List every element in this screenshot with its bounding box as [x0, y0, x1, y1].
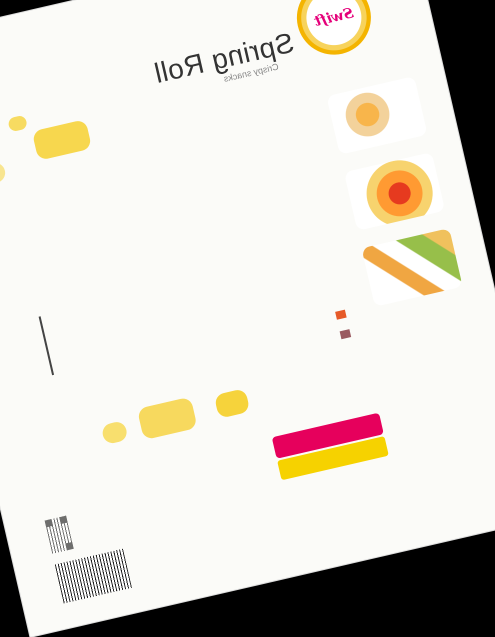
yellow-shape-1	[31, 119, 93, 161]
product-thumb-3	[100, 420, 129, 446]
yellow-shape-2	[7, 114, 28, 133]
qr-code	[44, 515, 74, 554]
color-chips	[323, 298, 369, 419]
product-sheet: Swift Spring Roll Crispy snacks	[0, 0, 495, 637]
product-thumb-2	[136, 396, 198, 441]
barcode	[54, 548, 132, 604]
chip-orange	[335, 309, 347, 320]
brand-logo: Swift	[289, 0, 379, 63]
food-images	[317, 72, 487, 327]
food-image-bottom	[361, 228, 463, 307]
food-image-middle	[343, 152, 446, 231]
food-image-top	[326, 76, 428, 155]
brand-logo-text: Swift	[312, 5, 356, 30]
yellow-shape-3	[0, 160, 8, 192]
chip-mauve	[339, 329, 352, 340]
divider-line	[38, 316, 55, 376]
product-thumb-1	[213, 388, 251, 419]
mirrored-layout: Swift Spring Roll Crispy snacks	[0, 0, 495, 637]
bottom-product-strip	[88, 382, 252, 455]
